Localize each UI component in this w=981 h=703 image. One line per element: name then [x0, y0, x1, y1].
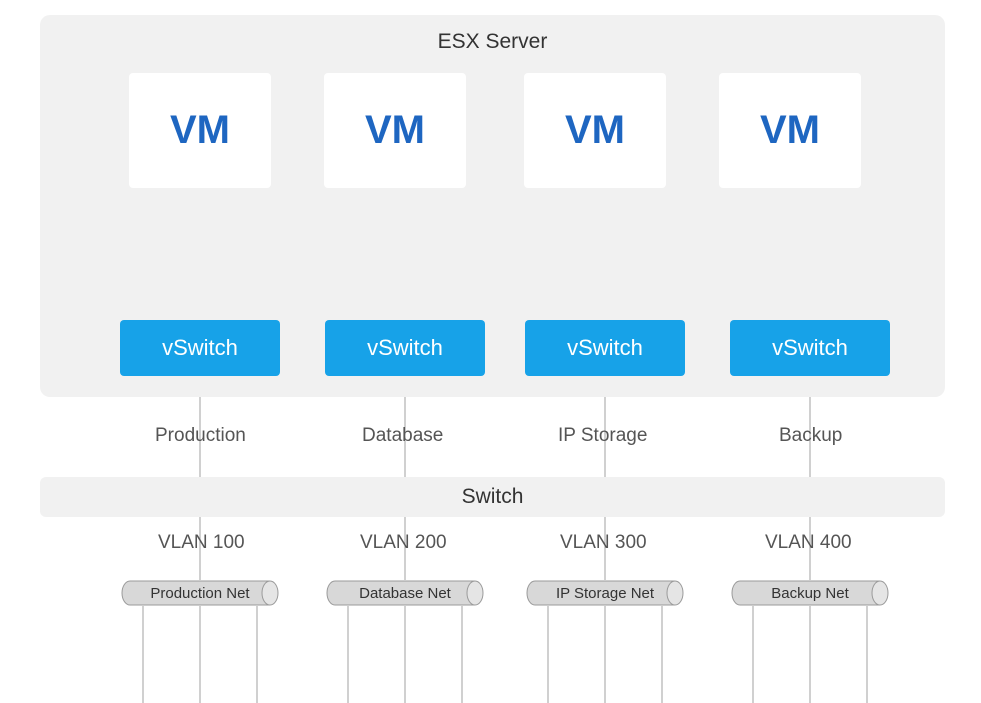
net-label-database: Database	[362, 425, 443, 447]
pipe-production: Production Net	[120, 580, 280, 606]
vswitch-label: vSwitch	[567, 335, 643, 361]
pipe-label: IP Storage Net	[525, 580, 685, 606]
vswitch-box-2: vSwitch	[325, 320, 485, 376]
esx-server-title: ESX Server	[40, 30, 945, 54]
pipe-ipstorage: IP Storage Net	[525, 580, 685, 606]
vswitch-box-1: vSwitch	[120, 320, 280, 376]
switch-label: Switch	[462, 485, 524, 509]
vm-box-1: VM	[129, 73, 271, 188]
pipe-backup: Backup Net	[730, 580, 890, 606]
net-label-production: Production	[155, 425, 246, 447]
vm-box-2: VM	[324, 73, 466, 188]
vm-box-4: VM	[719, 73, 861, 188]
vswitch-box-3: vSwitch	[525, 320, 685, 376]
pipe-label: Database Net	[325, 580, 485, 606]
vlan-label-400: VLAN 400	[765, 532, 852, 554]
vm-label: VM	[170, 108, 230, 153]
vswitch-label: vSwitch	[162, 335, 238, 361]
vswitch-label: vSwitch	[367, 335, 443, 361]
pipe-database: Database Net	[325, 580, 485, 606]
net-label-backup: Backup	[779, 425, 842, 447]
net-label-ipstorage: IP Storage	[558, 425, 647, 447]
vm-box-3: VM	[524, 73, 666, 188]
vlan-label-200: VLAN 200	[360, 532, 447, 554]
vlan-label-300: VLAN 300	[560, 532, 647, 554]
vlan-label-100: VLAN 100	[158, 532, 245, 554]
switch-bar: Switch	[40, 477, 945, 517]
pipe-label: Backup Net	[730, 580, 890, 606]
vm-label: VM	[365, 108, 425, 153]
pipe-label: Production Net	[120, 580, 280, 606]
vm-label: VM	[565, 108, 625, 153]
vswitch-label: vSwitch	[772, 335, 848, 361]
vswitch-box-4: vSwitch	[730, 320, 890, 376]
vm-label: VM	[760, 108, 820, 153]
